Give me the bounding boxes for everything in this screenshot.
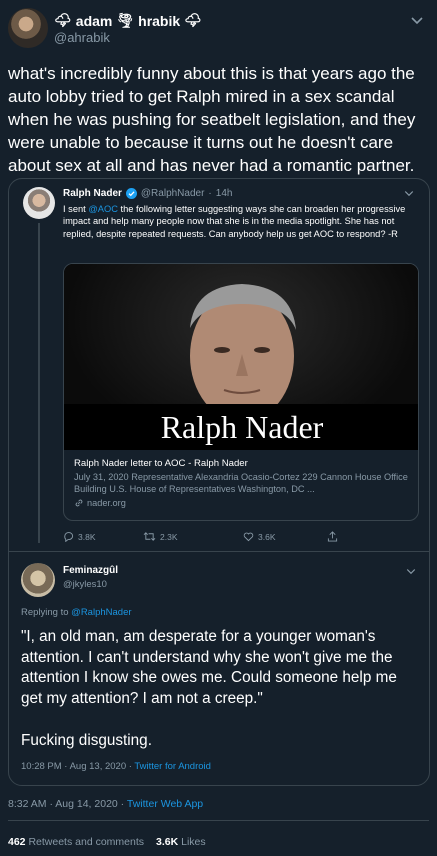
card-image-banner: Ralph Nader: [64, 404, 418, 450]
reply-tweet-text: "I, an old man, am desperate for a young…: [21, 628, 397, 707]
reply-icon: [64, 532, 74, 542]
quoted-tweet-text: I sent @AOC the following letter suggest…: [63, 203, 419, 240]
quoted-handle[interactable]: @RalphNader: [141, 188, 205, 199]
retweet-count: 2.3K: [160, 531, 178, 542]
share-button[interactable]: [327, 531, 338, 542]
reply-source-link[interactable]: Twitter for Android: [134, 761, 211, 772]
chevron-down-icon[interactable]: [409, 12, 425, 28]
verified-badge-icon: [125, 188, 137, 199]
quoted-thread[interactable]: Ralph Nader @RalphNader · 14h I sent @AO…: [8, 178, 430, 786]
link-card[interactable]: Ralph Nader Ralph Nader letter to AOC - …: [63, 263, 419, 521]
card-meta[interactable]: Ralph Nader letter to AOC - Ralph Nader …: [64, 450, 418, 520]
quoted-time[interactable]: 14h: [216, 188, 233, 199]
chevron-down-icon[interactable]: [403, 187, 415, 199]
avatar[interactable]: [8, 8, 48, 48]
card-title: Ralph Nader letter to AOC - Ralph Nader: [74, 458, 248, 469]
reply-button[interactable]: 3.8K: [63, 531, 96, 542]
retweet-icon: [143, 532, 156, 541]
avatar[interactable]: [21, 563, 55, 597]
chevron-down-icon[interactable]: [405, 565, 417, 577]
quoted-tweet-header: Ralph Nader @RalphNader · 14h: [63, 188, 232, 199]
like-count: 3.6K: [258, 531, 276, 542]
tweet-time-text[interactable]: 8:32 AM · Aug 14, 2020 ·: [8, 798, 127, 810]
reply-timestamp: 10:28 PM · Aug 13, 2020 · Twitter for An…: [21, 761, 211, 772]
divider: [8, 820, 429, 821]
replying-to-label: Replying to: [21, 607, 72, 618]
display-name[interactable]: 🌩 adam 🌪 hrabik 🌩: [54, 12, 202, 29]
avatar[interactable]: [23, 187, 55, 219]
cloud-lightning-emoji: 🌩: [184, 12, 202, 28]
likes-label: Likes: [178, 836, 206, 848]
cloud-lightning-emoji: 🌩: [54, 12, 72, 28]
user-handle[interactable]: @ahrabik: [54, 30, 110, 45]
like-button[interactable]: 3.6K: [243, 531, 276, 542]
replying-to: Replying to @RalphNader: [21, 607, 132, 618]
retweets-count: 462: [8, 836, 26, 848]
tornado-emoji: 🌪: [116, 12, 135, 28]
reply-count: 3.8K: [78, 531, 96, 542]
retweet-button[interactable]: 2.3K: [143, 531, 178, 542]
reply-handle[interactable]: @jkyles10: [63, 579, 107, 590]
quoted-tweet[interactable]: Ralph Nader @RalphNader · 14h I sent @AO…: [9, 179, 429, 551]
quoted-display-name[interactable]: Ralph Nader: [63, 188, 122, 199]
display-name-last: hrabik: [138, 12, 181, 29]
reply-display-name[interactable]: Feminazgûl: [63, 565, 118, 576]
card-description: July 31, 2020 Representative Alexandria …: [74, 472, 408, 494]
card-image[interactable]: Ralph Nader: [64, 264, 418, 450]
like-icon: [243, 532, 254, 542]
tweet-header: 🌩 adam 🌪 hrabik 🌩 @ahrabik: [8, 8, 429, 48]
reply-tweet-text-2: Fucking disgusting.: [21, 732, 152, 749]
tweet-source-link[interactable]: Twitter Web App: [127, 798, 203, 810]
likes-count: 3.6K: [156, 836, 179, 848]
share-icon: [327, 531, 338, 542]
quoted-action-bar: 3.8K 2.3K 3.6K: [63, 531, 363, 545]
retweets-label: Retweets and comments: [25, 836, 144, 848]
quoted-text-prefix: I sent: [63, 204, 89, 214]
reply-tweet[interactable]: Feminazgûl @jkyles10 Replying to @RalphN…: [9, 551, 429, 785]
card-image-caption: Ralph Nader: [160, 409, 324, 445]
link-icon: [75, 499, 83, 507]
dot-separator: ·: [208, 188, 212, 199]
tweet-text: what's incredibly funny about this is th…: [8, 64, 416, 175]
reply-time-text[interactable]: 10:28 PM · Aug 13, 2020 ·: [21, 761, 134, 772]
card-domain-text: nader.org: [87, 498, 126, 508]
display-name-first: adam: [75, 12, 113, 29]
tweet-timestamp: 8:32 AM · Aug 14, 2020 · Twitter Web App: [8, 798, 203, 810]
replying-to-link[interactable]: @RalphNader: [71, 607, 131, 618]
engagement-stats: 462 Retweets and comments 3.6K Likes: [8, 836, 206, 848]
divider: [9, 551, 429, 552]
thread-connector: [38, 223, 40, 543]
card-domain[interactable]: nader.org: [74, 498, 410, 508]
likes-stat[interactable]: 3.6K Likes: [156, 836, 206, 848]
retweets-stat[interactable]: 462 Retweets and comments: [8, 836, 144, 848]
mention-link[interactable]: @AOC: [88, 204, 118, 214]
